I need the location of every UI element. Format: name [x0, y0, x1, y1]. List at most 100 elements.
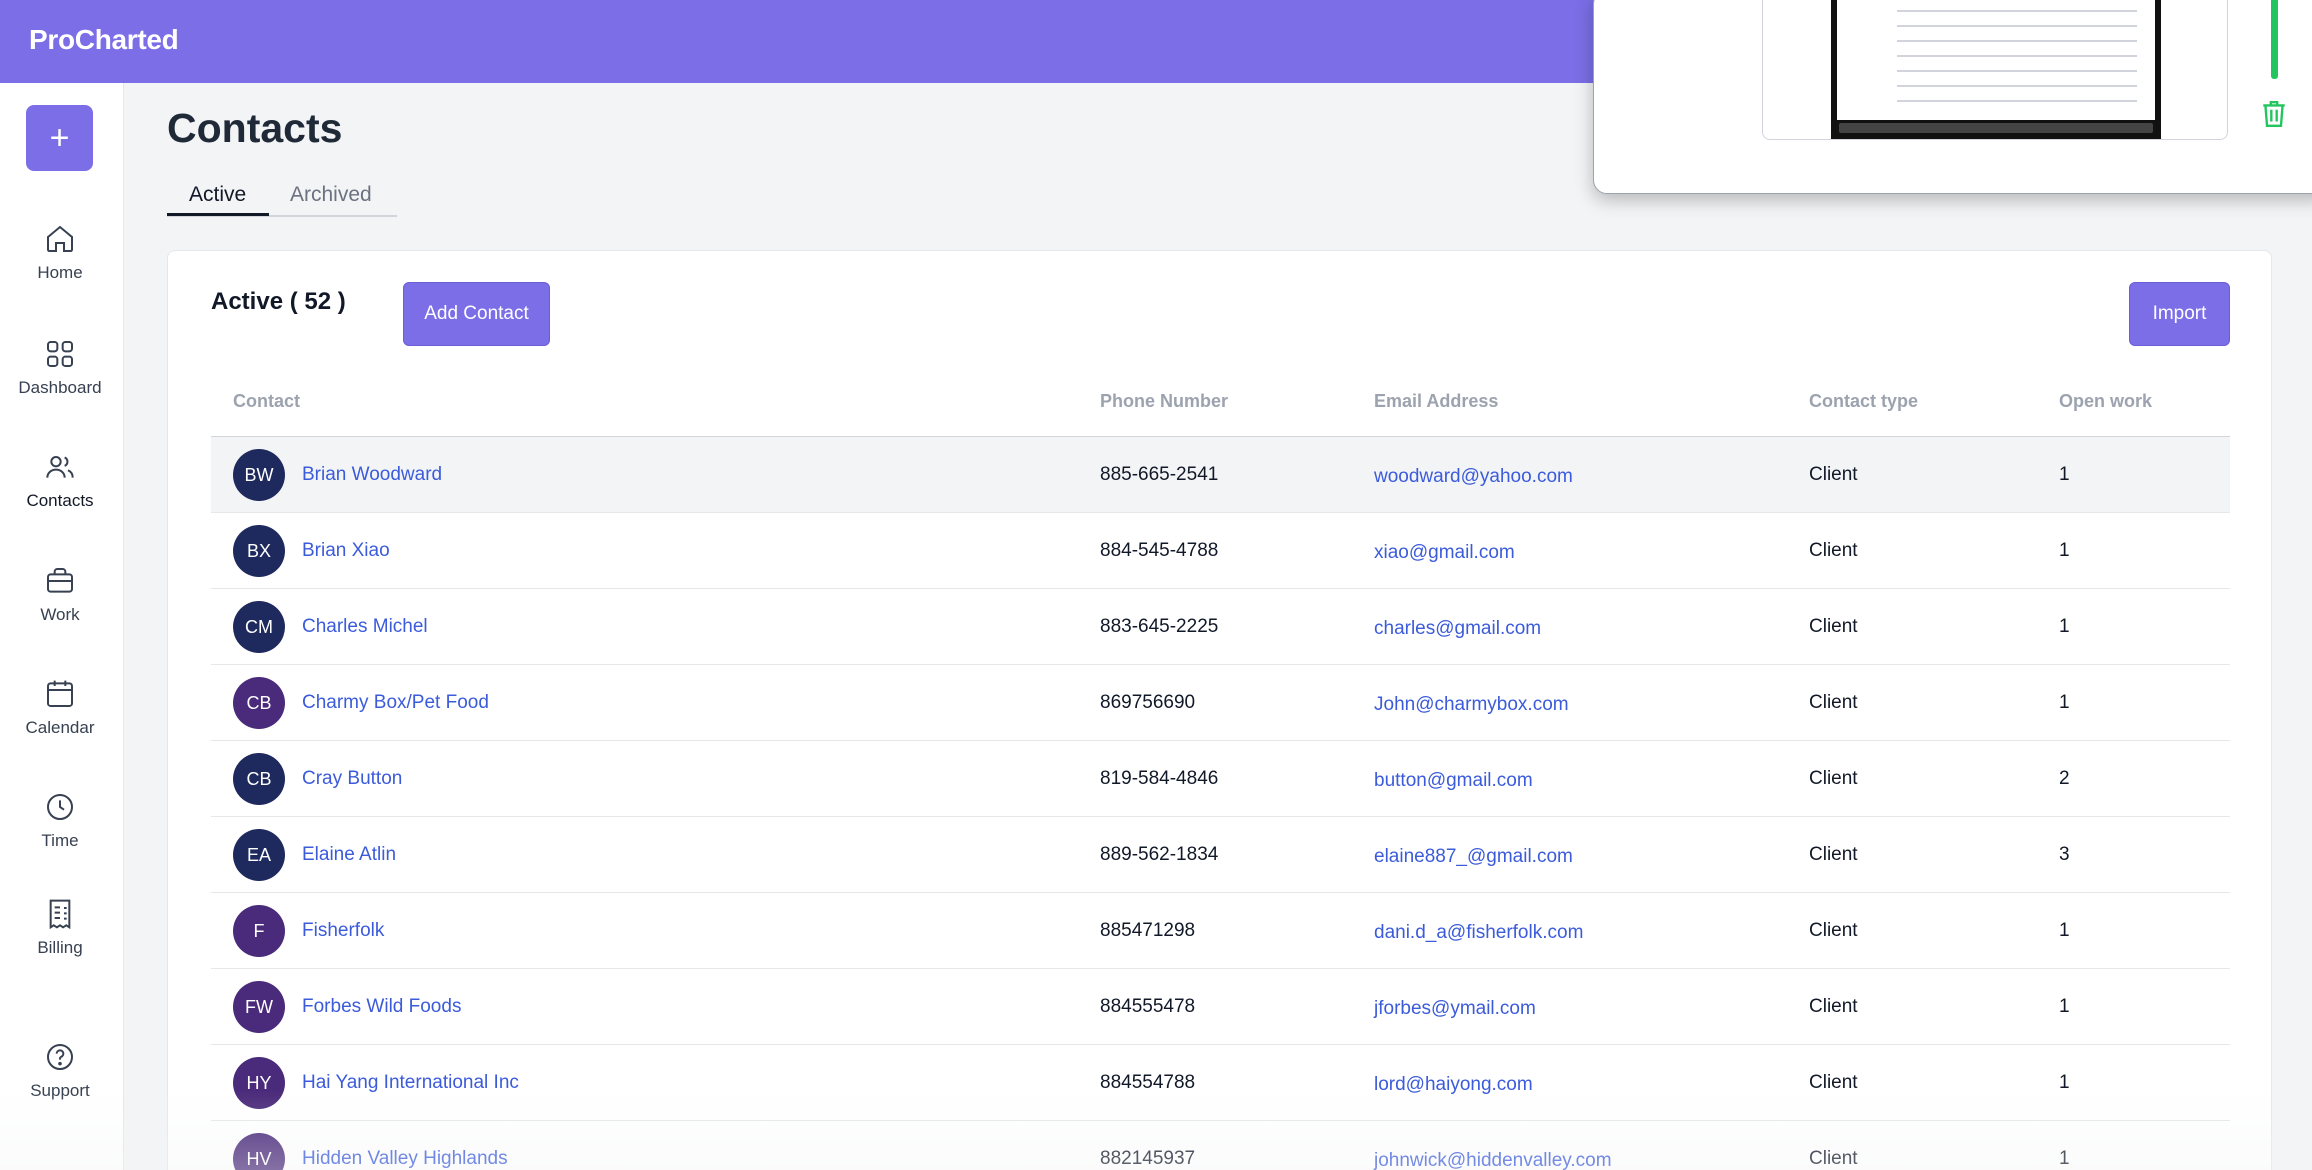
table-row[interactable]: F Fisherfolk 885471298 dani.d_a@fisherfolk.… [211, 893, 2230, 969]
add-contact-button[interactable]: Add Contact [403, 282, 550, 346]
sidebar-item-billing[interactable]: Billing [0, 898, 120, 958]
column-header-type[interactable]: Contact type [1809, 391, 1918, 412]
tab-archived[interactable]: Archived [290, 183, 372, 207]
email-link[interactable]: woodward@yahoo.com [1374, 466, 1573, 488]
contact-name-link[interactable]: Hai Yang International Inc [302, 1072, 519, 1094]
sidebar-item-contacts[interactable]: Contacts [0, 451, 120, 511]
calendar-icon [47, 680, 73, 707]
open-work-count: 1 [2059, 540, 2070, 561]
sidebar-item-label: Support [30, 1081, 90, 1100]
avatar: HY [233, 1057, 285, 1109]
sidebar-item-time[interactable]: Time [0, 791, 120, 851]
contact-type: Client [1809, 692, 1858, 713]
avatar: BW [233, 449, 285, 501]
sidebar-item-home[interactable]: Home [0, 223, 120, 283]
contact-name-link[interactable]: Elaine Atlin [302, 844, 396, 866]
sidebar-item-label: Calendar [25, 718, 95, 737]
email-link[interactable]: johnwick@hiddenvalley.com [1374, 1150, 1612, 1170]
contact-name-link[interactable]: Fisherfolk [302, 920, 384, 942]
tab-bar: Active Archived [167, 180, 397, 217]
table-row[interactable]: FW Forbes Wild Foods 884555478 jforbes@ymai… [211, 969, 2230, 1045]
email-link[interactable]: xiao@gmail.com [1374, 542, 1515, 564]
briefcase-icon [47, 568, 73, 593]
sidebar-item-label: Dashboard [18, 378, 102, 397]
help-circle-icon [47, 1044, 73, 1070]
contact-name-link[interactable]: Forbes Wild Foods [302, 996, 461, 1018]
sidebar: + Home Dashboard Contacts Work Calendar … [0, 83, 124, 1170]
grid-icon [47, 341, 73, 367]
column-header-contact[interactable]: Contact [233, 391, 300, 412]
active-count-title: Active ( 52 ) [211, 288, 346, 315]
email-link[interactable]: jforbes@ymail.com [1374, 998, 1536, 1020]
contact-name-link[interactable]: Charmy Box/Pet Food [302, 692, 489, 714]
avatar: HV [233, 1133, 285, 1170]
contact-name-link[interactable]: Hidden Valley Highlands [302, 1148, 508, 1170]
sidebar-item-dashboard[interactable]: Dashboard [0, 338, 120, 398]
thumbnail-dock [1839, 123, 2153, 133]
avatar: EA [233, 829, 285, 881]
import-button[interactable]: Import [2129, 282, 2230, 346]
table-row[interactable]: CB Charmy Box/Pet Food 869756690 John@charm… [211, 665, 2230, 741]
sidebar-item-work[interactable]: Work [0, 565, 120, 625]
contact-type: Client [1809, 1148, 1858, 1169]
sidebar-item-label: Home [37, 263, 83, 282]
open-work-count: 1 [2059, 920, 2070, 941]
contact-name-link[interactable]: Brian Xiao [302, 540, 390, 562]
phone-number: 882145937 [1100, 1148, 1196, 1169]
contact-name-link[interactable]: Cray Button [302, 768, 402, 790]
email-link[interactable]: elaine887_@gmail.com [1374, 846, 1573, 868]
email-link[interactable]: John@charmybox.com [1374, 694, 1569, 716]
avatar: F [233, 905, 285, 957]
table-row[interactable]: HV Hidden Valley Highlands 882145937 johnwi… [211, 1121, 2230, 1170]
column-header-open-work[interactable]: Open work [2059, 391, 2152, 412]
table-row[interactable]: BX Brian Xiao 884-545-4788 xiao@gmail.com Cl… [211, 513, 2230, 589]
contact-name-link[interactable]: Charles Michel [302, 616, 428, 638]
email-link[interactable]: lord@haiyong.com [1374, 1074, 1533, 1096]
screenshot-preview-popup [1593, 0, 2312, 194]
sidebar-item-calendar[interactable]: Calendar [0, 678, 120, 738]
avatar: BX [233, 525, 285, 577]
phone-number: 885471298 [1100, 920, 1196, 941]
thumbnail-screen [1831, 0, 2161, 139]
phone-number: 884554788 [1100, 1072, 1196, 1093]
open-work-count: 1 [2059, 616, 2070, 637]
tab-active[interactable]: Active [189, 183, 246, 207]
phone-number: 884555478 [1100, 996, 1196, 1017]
avatar: FW [233, 981, 285, 1033]
open-work-count: 1 [2059, 692, 2070, 713]
open-work-count: 1 [2059, 996, 2070, 1017]
new-item-button[interactable]: + [26, 105, 93, 171]
table-row[interactable]: HY Hai Yang International Inc 884554788 lor… [211, 1045, 2230, 1121]
contacts-card: Active ( 52 ) Add Contact Import Contact… [167, 250, 2272, 1170]
column-header-email[interactable]: Email Address [1374, 391, 1498, 412]
table-row[interactable]: CM Charles Michel 883-645-2225 charles@gmai… [211, 589, 2230, 665]
table-row[interactable]: BW Brian Woodward 885-665-2541 woodward@yah… [211, 437, 2230, 513]
home-icon [47, 225, 73, 252]
table-row[interactable]: CB Cray Button 819-584-4846 button@gmail.co… [211, 741, 2230, 817]
screenshot-thumbnail[interactable] [1762, 0, 2228, 140]
email-link[interactable]: dani.d_a@fisherfolk.com [1374, 922, 1583, 944]
email-link[interactable]: button@gmail.com [1374, 770, 1533, 792]
email-link[interactable]: charles@gmail.com [1374, 618, 1541, 640]
contact-type: Client [1809, 464, 1858, 485]
table-row[interactable]: EA Elaine Atlin 889-562-1834 elaine887_@gma… [211, 817, 2230, 893]
trash-icon[interactable] [2261, 99, 2287, 129]
phone-number: 819-584-4846 [1100, 768, 1219, 789]
progress-indicator [2271, 0, 2278, 79]
phone-number: 883-645-2225 [1100, 616, 1219, 637]
sidebar-item-support[interactable]: Support [0, 1041, 120, 1101]
brand-logo[interactable]: ProCharted [29, 24, 179, 56]
sidebar-item-label: Billing [37, 938, 83, 957]
avatar: CM [233, 601, 285, 653]
contact-type: Client [1809, 996, 1858, 1017]
open-work-count: 1 [2059, 464, 2070, 485]
active-tab-indicator [167, 213, 269, 216]
clock-icon [47, 794, 73, 820]
contacts-table-body: BW Brian Woodward 885-665-2541 woodward@yah… [211, 437, 2230, 1170]
contact-type: Client [1809, 1072, 1858, 1093]
column-header-phone[interactable]: Phone Number [1100, 391, 1228, 412]
phone-number: 884-545-4788 [1100, 540, 1219, 561]
contact-name-link[interactable]: Brian Woodward [302, 464, 442, 486]
phone-number: 885-665-2541 [1100, 464, 1219, 485]
open-work-count: 1 [2059, 1072, 2070, 1093]
